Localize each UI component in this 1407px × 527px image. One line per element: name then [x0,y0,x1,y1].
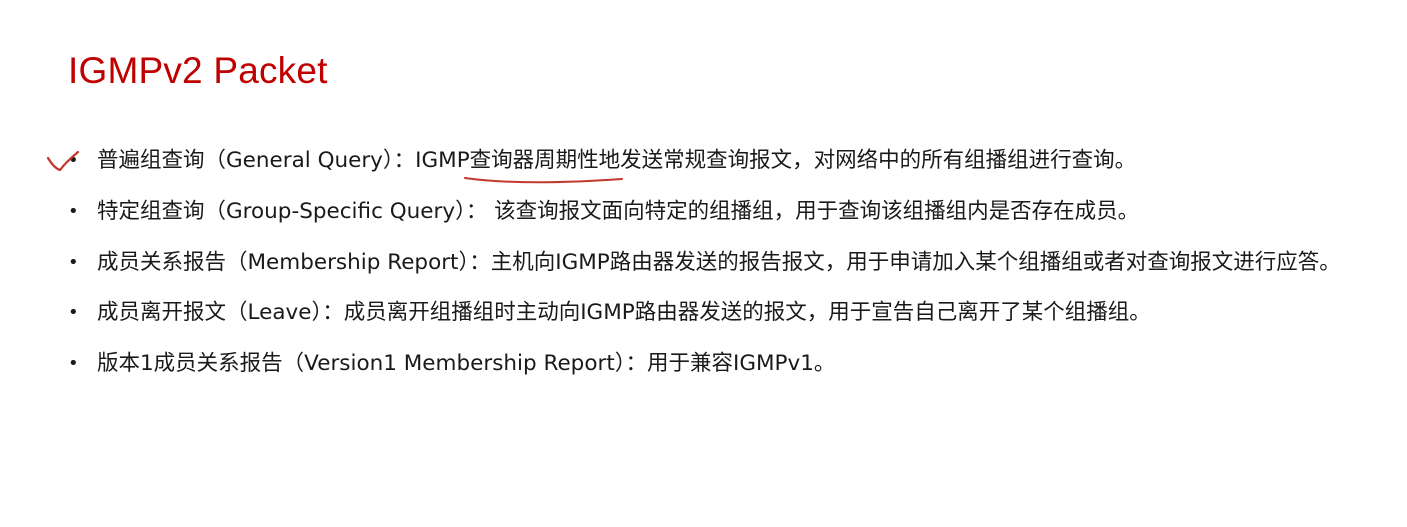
bullet-icon: • [68,252,79,273]
bullet-list: • 普遍组查询（General Query）：IGMP查询器周期性地发送常规查询… [66,140,1396,394]
bullet-text: 成员关系报告（Membership Report）：主机向IGMP路由器发送的报… [97,250,1341,275]
bullet-icon: • [68,302,79,323]
bullet-group-specific-query: • 特定组查询（Group-Specific Query）： 该查询报文面向特定… [66,191,1396,233]
bullet-text: 版本1成员关系报告（Version1 Membership Report）：用于… [97,351,836,376]
bullet-icon: • [68,150,79,171]
bullet-icon: • [68,201,79,222]
bullet-text: 普遍组查询（General Query）：IGMP查询器周期性地发送常规查询报文… [97,148,1137,173]
bullet-membership-report: • 成员关系报告（Membership Report）：主机向IGMP路由器发送… [66,242,1396,283]
bullet-leave: • 成员离开报文（Leave）：成员离开组播组时主动向IGMP路由器发送的报文，… [66,292,1396,334]
bullet-text: 特定组查询（Group-Specific Query）： 该查询报文面向特定的组… [97,199,1140,224]
slide-title: IGMPv2 Packet [68,50,328,91]
bullet-version1-report: • 版本1成员关系报告（Version1 Membership Report）：… [66,343,1396,385]
bullet-icon: • [68,353,79,374]
bullet-general-query: • 普遍组查询（General Query）：IGMP查询器周期性地发送常规查询… [66,140,1396,182]
bullet-text: 成员离开报文（Leave）：成员离开组播组时主动向IGMP路由器发送的报文，用于… [97,300,1151,325]
